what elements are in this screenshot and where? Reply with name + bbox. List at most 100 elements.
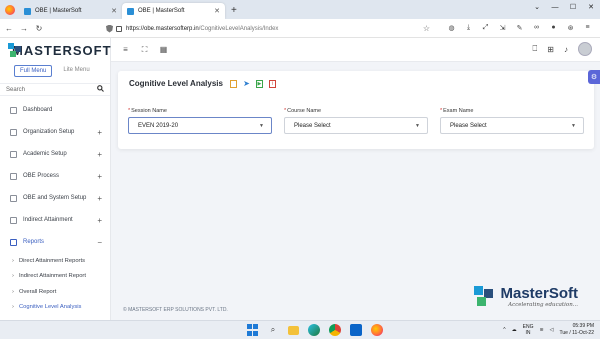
chevron-down-icon: ▼ [259, 122, 264, 129]
avatar[interactable] [578, 42, 592, 56]
mastersoft-footer-logo: MasterSoft Accelerating education... [474, 286, 578, 308]
new-tab-button[interactable]: + [231, 5, 237, 16]
clock[interactable]: 05:39 PM Tue / 11-Oct-22 [560, 323, 594, 336]
back-icon[interactable]: ← [3, 24, 15, 33]
session-name-value: EVEN 2019-20 [138, 122, 179, 129]
expand-screen-icon[interactable]: ⛶ [140, 45, 149, 54]
sidebar-subitem-cognitive-level-analysis[interactable]: Cognitive Level Analysis [0, 300, 110, 316]
maximize-icon[interactable]: ☐ [564, 0, 582, 14]
close-window-icon[interactable]: ✕ [582, 0, 600, 14]
share-icon[interactable]: ⇲ [498, 23, 507, 32]
file-explorer-icon[interactable] [288, 326, 299, 335]
footer-tagline: Accelerating education... [508, 302, 578, 308]
session-name-select[interactable]: EVEN 2019-20 ▼ [128, 117, 272, 134]
list-tabs-icon[interactable]: ⌄ [528, 0, 546, 14]
toolbar-icons: ◍ ⤓ ⤢ ⇲ ✎ ∞ ● ⊛ ≡ [447, 23, 592, 32]
volume-icon[interactable]: ◁ [550, 327, 554, 333]
glasses-icon[interactable]: ∞ [532, 23, 541, 32]
main-content: Cognitive Level Analysis ➤ ▶ i Session N… [111, 62, 600, 320]
sidebar-subitem-indirect-attainment-report[interactable]: Indirect Attainment Report [0, 269, 110, 285]
chrome-icon[interactable] [329, 324, 341, 336]
forward-icon[interactable]: → [18, 24, 30, 33]
video-play-icon[interactable]: ▶ [255, 79, 263, 88]
sidebar-item-label: Reports [23, 239, 45, 245]
fullscreen-icon[interactable]: ⤢ [481, 23, 490, 32]
lite-menu-button[interactable]: Lite Menu [58, 65, 94, 77]
expand-icon[interactable]: + [97, 128, 102, 137]
mastersoft-logo-icon [474, 286, 496, 306]
exam-name-select[interactable]: Please Select ▼ [440, 117, 584, 134]
filter-fields: Session Name EVEN 2019-20 ▼ Course Name … [128, 108, 584, 134]
header-actions: ⎕ ⊞ ♪ [532, 42, 592, 56]
browser-navbar: ← → ↻ https://obe.mastersofterp.in/Cogni… [0, 19, 600, 38]
lock-icon[interactable] [116, 25, 122, 32]
search-icon[interactable] [97, 85, 104, 94]
brand-name: MASTERSOFT [12, 42, 112, 58]
tab-favicon-icon [127, 7, 134, 15]
outlook-icon[interactable] [350, 324, 362, 336]
download-icon[interactable]: ⤓ [464, 23, 473, 32]
pocket-icon[interactable]: ◍ [447, 23, 456, 32]
menu-icon[interactable]: ≡ [583, 23, 592, 32]
sidebar-item-indirect-attainment[interactable]: Indirect Attainment + [0, 209, 110, 231]
course-name-select[interactable]: Please Select ▼ [284, 117, 428, 134]
sidebar-search[interactable]: Search [0, 83, 110, 96]
document-info-icon[interactable]: i [268, 79, 276, 88]
settings-gear-icon[interactable]: ⚙ [588, 70, 600, 84]
session-name-label: Session Name [128, 108, 272, 114]
sidebar-item-organization-setup[interactable]: Organization Setup + [0, 121, 110, 143]
edge-icon[interactable] [308, 324, 320, 336]
exam-name-label: Exam Name [440, 108, 584, 114]
sidebar-subitem-direct-attainment-reports[interactable]: Direct Attainment Reports [0, 253, 110, 269]
search-icon[interactable]: ⌕ [267, 324, 279, 336]
sync-icon[interactable]: ⊛ [566, 23, 575, 32]
bookmark-icon[interactable]: ⎕ [532, 44, 537, 54]
bookmark-outline-icon[interactable] [229, 79, 237, 88]
browser-tab-active[interactable]: OBE | MasterSoft ✕ [122, 3, 225, 19]
expand-icon[interactable]: + [97, 194, 102, 203]
sidebar-item-label: Organization Setup [23, 129, 75, 135]
sidebar-item-reports[interactable]: Reports − [0, 231, 110, 253]
settings-icon [10, 194, 17, 202]
session-name-field: Session Name EVEN 2019-20 ▼ [128, 108, 272, 134]
browser-tab-strip: OBE | MasterSoft ✕ OBE | MasterSoft ✕ + … [0, 0, 600, 19]
notification-bell-icon[interactable]: ♪ [564, 45, 568, 54]
academic-icon [10, 150, 17, 158]
sidebar-item-dashboard[interactable]: Dashboard [0, 99, 110, 121]
close-tab-icon[interactable]: ✕ [111, 7, 117, 15]
browser-tab[interactable]: OBE | MasterSoft ✕ [19, 3, 122, 19]
hamburger-icon[interactable]: ≡ [121, 45, 130, 54]
tab-favicon-icon [24, 7, 31, 15]
firefox-icon[interactable] [371, 324, 383, 336]
calculator-icon[interactable]: ▦ [159, 45, 168, 54]
expand-icon[interactable]: + [97, 172, 102, 181]
collapse-icon[interactable]: − [97, 238, 102, 247]
sidebar-item-academic-setup[interactable]: Academic Setup + [0, 143, 110, 165]
url-bar[interactable]: https://obe.mastersofterp.in/CognitiveLe… [106, 22, 436, 35]
wifi-icon[interactable]: ≋ [539, 327, 543, 333]
full-menu-button[interactable]: Full Menu [14, 65, 53, 77]
bookmark-star-icon[interactable]: ☆ [423, 24, 430, 33]
cloud-icon[interactable]: ☁ [512, 327, 517, 333]
search-input[interactable]: Search [6, 87, 25, 93]
sidebar-item-obe-process[interactable]: OBE Process + [0, 165, 110, 187]
apps-grid-icon[interactable]: ⊞ [547, 45, 554, 54]
chevron-up-icon[interactable]: ^ [503, 327, 505, 333]
reload-icon[interactable]: ↻ [33, 24, 45, 33]
extension-icon[interactable]: ● [549, 23, 558, 32]
expand-icon[interactable]: + [97, 216, 102, 225]
sidebar-subitem-overall-report[interactable]: Overall Report [0, 284, 110, 300]
close-tab-icon[interactable]: ✕ [214, 7, 220, 15]
extension-wrench-icon[interactable]: ✎ [515, 23, 524, 32]
dashboard-icon [10, 106, 17, 114]
clock-date: Tue / 11-Oct-22 [559, 329, 594, 336]
send-icon[interactable]: ➤ [243, 79, 250, 88]
card-header: Cognitive Level Analysis ➤ ▶ i [118, 71, 594, 88]
shield-icon[interactable] [106, 24, 113, 33]
language-indicator[interactable]: ENG IN [523, 324, 534, 336]
sidebar-item-obe-system-setup[interactable]: OBE and System Setup + [0, 187, 110, 209]
chevron-down-icon: ▼ [415, 122, 420, 129]
windows-start-icon[interactable] [246, 324, 258, 336]
minimize-icon[interactable]: — [546, 0, 564, 14]
expand-icon[interactable]: + [97, 150, 102, 159]
